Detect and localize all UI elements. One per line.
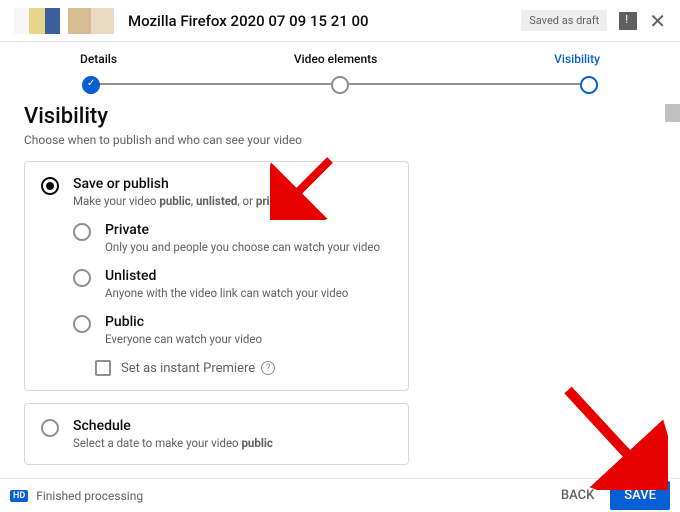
step-node-details[interactable]	[82, 76, 100, 94]
hd-badge-icon: HD	[10, 490, 28, 502]
schedule-title: Schedule	[73, 418, 273, 434]
step-video-elements[interactable]: Video elements	[294, 52, 377, 66]
video-title: Mozilla Firefox 2020 07 09 15 21 00	[128, 12, 369, 30]
step-node-video-elements[interactable]	[331, 76, 349, 94]
video-thumbnail-alt	[68, 8, 114, 34]
checkbox-icon	[95, 360, 111, 376]
step-node-visibility[interactable]	[580, 76, 598, 94]
radio-icon	[73, 269, 91, 287]
option-unlisted[interactable]: Unlisted Anyone with the video link can …	[73, 268, 392, 300]
schedule-desc: Select a date to make your video public	[73, 436, 273, 450]
radio-icon	[41, 419, 59, 437]
back-button[interactable]: BACK	[549, 481, 606, 510]
page-subtitle: Choose when to publish and who can see y…	[24, 133, 656, 147]
feedback-icon[interactable]	[619, 12, 637, 30]
save-or-publish-desc: Make your video public, unlisted, or pri…	[73, 194, 292, 208]
save-or-publish-radio[interactable]: Save or publish Make your video public, …	[41, 176, 392, 208]
radio-icon	[73, 223, 91, 241]
option-private[interactable]: Private Only you and people you choose c…	[73, 222, 392, 254]
dialog-footer: HD Finished processing BACK SAVE	[0, 478, 680, 512]
save-button[interactable]: SAVE	[610, 481, 670, 510]
processing-status: Finished processing	[36, 489, 143, 503]
option-public[interactable]: Public Everyone can watch your video	[73, 314, 392, 346]
save-or-publish-title: Save or publish	[73, 176, 292, 192]
radio-icon	[73, 315, 91, 333]
video-thumbnail	[14, 8, 60, 34]
save-or-publish-card: Save or publish Make your video public, …	[24, 161, 409, 391]
step-details[interactable]: Details	[80, 52, 117, 66]
radio-icon	[41, 177, 59, 195]
saved-as-draft-chip: Saved as draft	[521, 10, 607, 31]
close-icon[interactable]: ✕	[649, 12, 666, 30]
help-icon[interactable]: ?	[261, 361, 275, 375]
step-visibility[interactable]: Visibility	[554, 52, 600, 66]
page-title: Visibility	[24, 104, 656, 129]
dialog-header: Mozilla Firefox 2020 07 09 15 21 00 Save…	[0, 0, 680, 42]
stepper: Details Video elements Visibility	[0, 42, 680, 104]
scrollbar-thumb[interactable]	[665, 104, 680, 122]
schedule-card[interactable]: Schedule Select a date to make your vide…	[24, 403, 409, 465]
instant-premiere-checkbox[interactable]: Set as instant Premiere ?	[95, 360, 392, 376]
content-area: Visibility Choose when to publish and wh…	[0, 104, 680, 478]
